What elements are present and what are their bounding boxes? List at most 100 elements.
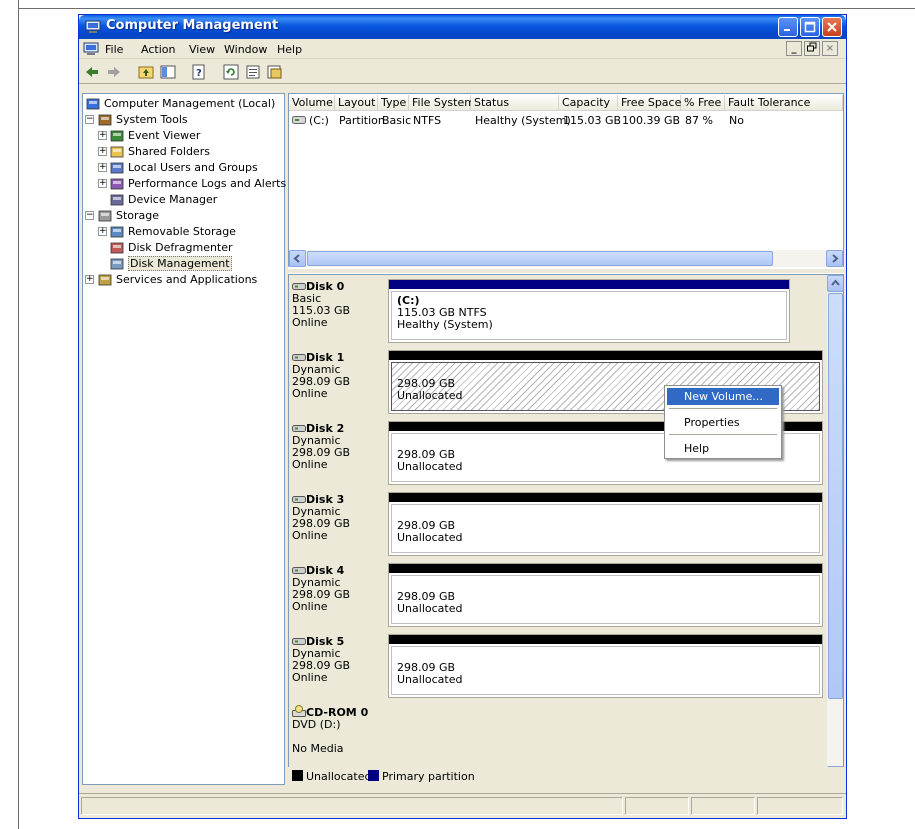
tree-item-label: Device Manager (128, 193, 218, 206)
disk-view-vertical-scrollbar[interactable] (827, 275, 843, 784)
disk-drive-icon (292, 567, 306, 574)
volume-status: Unallocated (397, 531, 463, 544)
disk-info[interactable]: Disk 1 Dynamic 298.09 GB Online (289, 348, 386, 416)
column-header-file-system[interactable]: File System (409, 95, 475, 111)
menu-help[interactable]: Help (277, 43, 302, 56)
expand-icon[interactable]: + (85, 275, 94, 284)
column-header-status[interactable]: Status (471, 95, 559, 111)
column-header-capacity[interactable]: Capacity (559, 95, 618, 111)
export-list-icon[interactable] (266, 63, 284, 81)
tree-item[interactable]: Disk Management (83, 256, 283, 272)
expand-icon[interactable]: + (98, 147, 107, 156)
partition-stripe (389, 635, 822, 644)
back-arrow-icon[interactable] (83, 63, 101, 81)
menu-file[interactable]: File (105, 43, 123, 56)
menu-action[interactable]: Action (141, 43, 175, 56)
tree-item[interactable]: − System Tools (83, 112, 283, 128)
help-topic-icon[interactable]: ? (190, 63, 208, 81)
system-menu-icon[interactable] (83, 41, 99, 57)
menu-item-properties[interactable]: Properties (667, 414, 779, 431)
mdi-restore-button[interactable] (804, 41, 820, 56)
column-header-percent-free[interactable]: % Free (681, 95, 725, 111)
disk-info[interactable]: Disk 2 Dynamic 298.09 GB Online (289, 419, 386, 487)
disk-scroll-thumb[interactable] (828, 293, 843, 699)
column-header-free-space[interactable]: Free Space (618, 95, 681, 111)
tree-item[interactable]: Disk Defragmenter (83, 240, 283, 256)
expand-icon[interactable]: + (98, 131, 107, 140)
up-folder-icon[interactable] (137, 63, 155, 81)
column-header-fault-tolerance[interactable]: Fault Tolerance (725, 95, 843, 111)
collapse-icon[interactable]: − (85, 115, 94, 124)
menu-window[interactable]: Window (224, 43, 267, 56)
disk-state: Online (292, 600, 328, 613)
maximize-button[interactable] (800, 17, 820, 37)
volume-status: Healthy (System) (397, 318, 493, 331)
cdrom-drive-icon (292, 705, 306, 717)
disk-partition-block[interactable]: 298.09 GB Unallocated (388, 492, 823, 556)
disk-partition-block[interactable]: (C:) 115.03 GB NTFS Healthy (System) (388, 279, 790, 343)
cdrom-row[interactable]: CD-ROM 0 DVD (D:) No Media (289, 701, 827, 771)
pane-splitter[interactable] (288, 269, 844, 273)
menu-view[interactable]: View (189, 43, 215, 56)
disk-row[interactable]: Disk 0 Basic 115.03 GB Online (C:) 115.03 GB … (289, 277, 827, 347)
maximize-icon (804, 21, 816, 33)
tree-item[interactable]: + Shared Folders (83, 144, 283, 160)
expand-icon[interactable]: + (98, 163, 107, 172)
tree-item[interactable]: + Removable Storage (83, 224, 283, 240)
tree-item-label: Performance Logs and Alerts (128, 177, 287, 190)
expand-icon[interactable]: + (98, 227, 107, 236)
forward-arrow-icon[interactable] (105, 63, 123, 81)
expand-icon[interactable]: + (98, 179, 107, 188)
menu-separator (669, 408, 777, 409)
disk-management-icon (110, 258, 124, 270)
menu-separator (669, 434, 777, 435)
column-header-layout[interactable]: Layout (335, 95, 378, 111)
mdi-minimize-button[interactable]: _ (786, 41, 802, 56)
cdrom-info[interactable]: CD-ROM 0 DVD (D:) No Media (289, 701, 386, 769)
tree-item[interactable]: + Local Users and Groups (83, 160, 283, 176)
drive-icon (292, 116, 306, 124)
disk-row[interactable]: Disk 5 Dynamic 298.09 GB Online 298.09 GB Una… (289, 632, 827, 702)
performance-icon (110, 178, 124, 190)
partition-label: 298.09 GB Unallocated (397, 650, 462, 686)
disk-row[interactable]: Disk 4 Dynamic 298.09 GB Online 298.09 GB Una… (289, 561, 827, 631)
disk-info[interactable]: Disk 3 Dynamic 298.09 GB Online (289, 490, 386, 558)
volume-list-horizontal-scrollbar[interactable] (289, 250, 843, 267)
close-button[interactable] (822, 17, 842, 37)
show-hide-console-tree-icon[interactable] (159, 63, 177, 81)
disk-partition-block[interactable]: 298.09 GB Unallocated (388, 634, 823, 698)
disk-drive-icon (292, 496, 306, 503)
mdi-close-button[interactable]: × (822, 41, 838, 56)
volume-scroll-left-button[interactable] (289, 250, 306, 267)
disk-info[interactable]: Disk 0 Basic 115.03 GB Online (289, 277, 386, 345)
title-bar[interactable]: Computer Management (79, 15, 846, 39)
column-header-type[interactable]: Type (378, 95, 409, 111)
defragmenter-icon (110, 242, 124, 254)
tree-item[interactable]: + Performance Logs and Alerts (83, 176, 287, 192)
disk-partition-block[interactable]: 298.09 GB Unallocated (388, 563, 823, 627)
tree-item[interactable]: Computer Management (Local) (83, 96, 283, 112)
tree-item-label: Storage (116, 209, 160, 222)
disk-info[interactable]: Disk 4 Dynamic 298.09 GB Online (289, 561, 386, 629)
collapse-icon[interactable]: − (85, 211, 94, 220)
tree-item[interactable]: − Storage (83, 208, 283, 224)
volume-scroll-right-button[interactable] (826, 250, 843, 267)
refresh-icon[interactable] (222, 63, 240, 81)
disk-scroll-up-button[interactable] (827, 275, 843, 292)
disk-info[interactable]: Disk 5 Dynamic 298.09 GB Online (289, 632, 386, 700)
legend-unallocated-label: Unallocated (306, 770, 372, 783)
column-header-volume[interactable]: Volume (289, 95, 335, 111)
tree-item[interactable]: + Event Viewer (83, 128, 283, 144)
status-cell-4 (757, 797, 843, 815)
menu-item-help[interactable]: Help (667, 440, 779, 457)
tree-item[interactable]: Device Manager (83, 192, 283, 208)
partition-stripe (389, 351, 822, 360)
properties-icon[interactable] (244, 63, 262, 81)
menu-item-new-volume[interactable]: New Volume... (667, 388, 779, 405)
minimize-button[interactable] (778, 17, 798, 37)
disk-row[interactable]: Disk 3 Dynamic 298.09 GB Online 298.09 GB Una… (289, 490, 827, 560)
disk-state: Online (292, 458, 328, 471)
tree-item[interactable]: + Services and Applications (83, 272, 283, 288)
disk-drive-icon (292, 283, 306, 290)
volume-scroll-thumb[interactable] (307, 251, 773, 266)
